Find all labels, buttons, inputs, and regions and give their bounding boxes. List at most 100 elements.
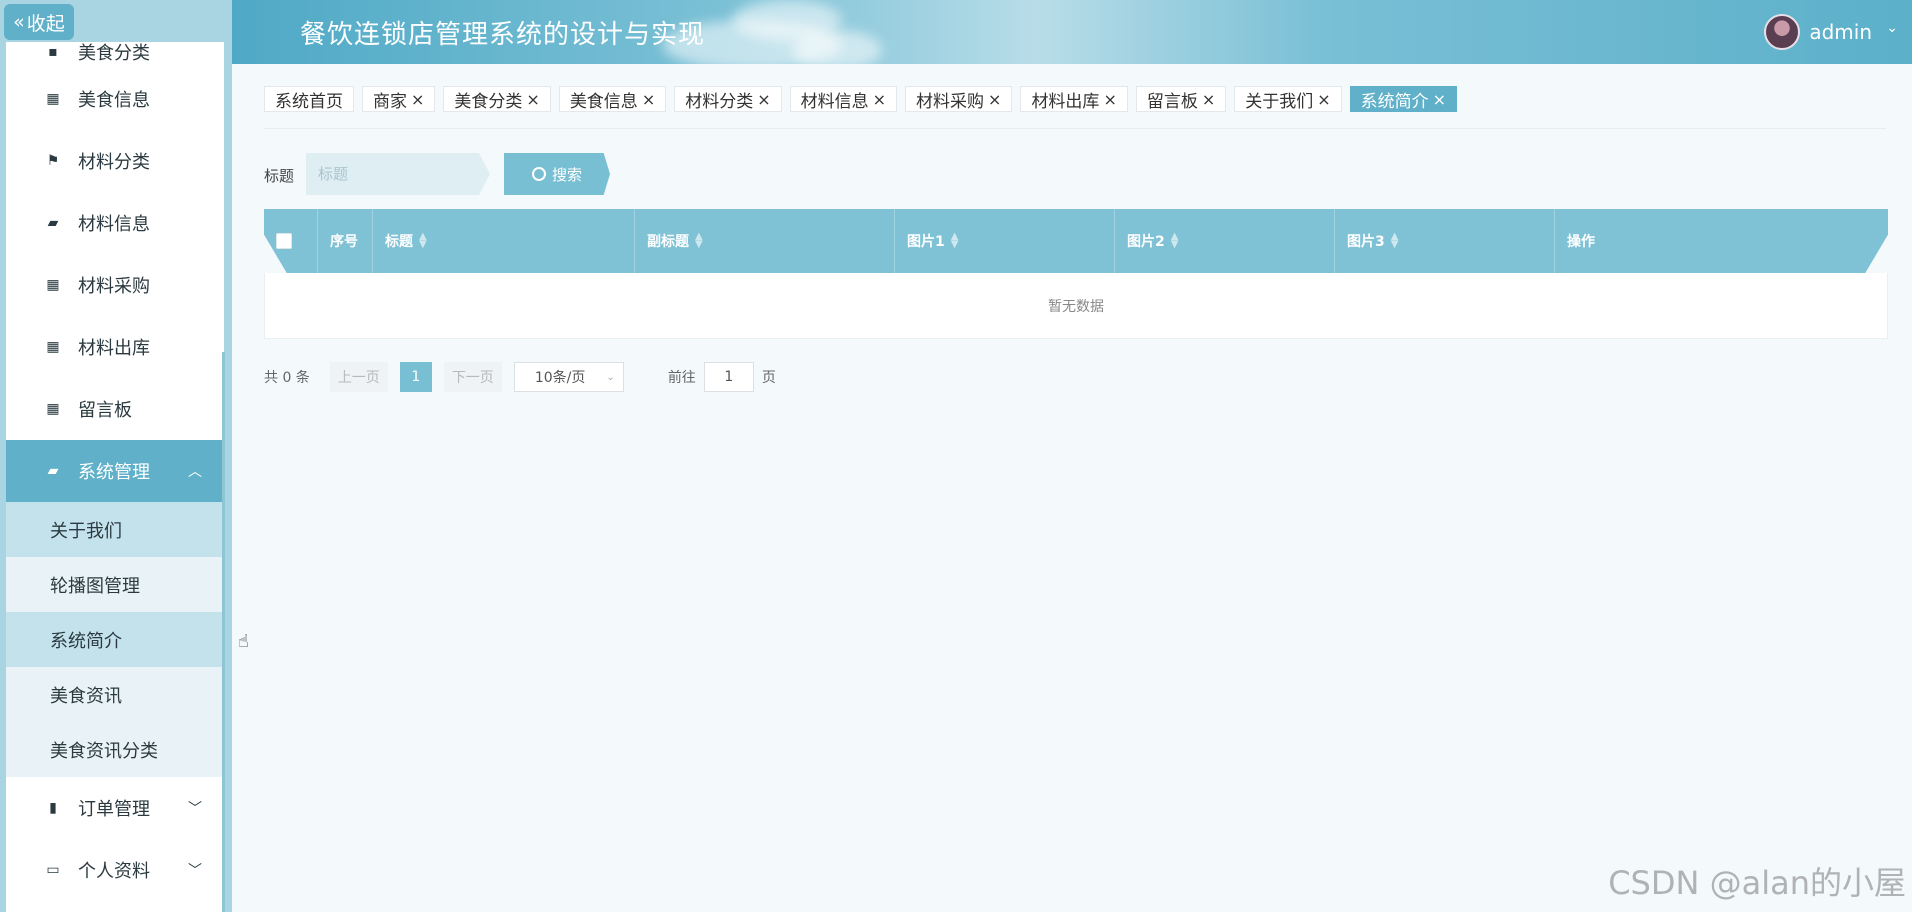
tab-tag-label: 留言板 (1146, 91, 1198, 112)
top-header: 餐饮连锁店管理系统的设计与实现 admin ⌄ (232, 0, 1912, 64)
close-icon[interactable]: × (1202, 90, 1215, 109)
tab-tag[interactable]: 系统首页 (264, 86, 354, 112)
grid-icon: ▦ (46, 91, 60, 107)
sidebar-scrollbar[interactable] (222, 352, 225, 912)
column-header-label: 标题 (385, 234, 413, 250)
submenu-item[interactable]: 关于我们 (6, 502, 224, 557)
chevron-down-icon: ﹀ (188, 863, 202, 879)
next-page-button[interactable]: 下一页 (443, 362, 502, 392)
column-header-label: 副标题 (647, 234, 689, 250)
tab-tag[interactable]: 材料采购 × (905, 86, 1013, 112)
tab-tag-label: 材料信息 (800, 91, 869, 112)
user-name[interactable]: admin (1809, 20, 1872, 44)
sidebar-item-label: 个人资料 (78, 861, 150, 882)
chevron-down-icon[interactable]: ⌄ (1886, 20, 1898, 36)
goto-prefix: 前往 (667, 370, 696, 386)
submenu-item[interactable]: 美食资讯分类 (6, 722, 224, 777)
sidebar-menu: ▪ 美食分类 ▦ 美食信息 ⚑ 材料分类 ▰ 材料信息 ▦ 材料采购 ▦ 材料出库 ▦ 留言板 ▰ 系统管理 ︿… (6, 42, 224, 912)
sidebar-item[interactable]: ▦ 留言板 (6, 378, 224, 440)
select-all-checkbox[interactable] (276, 233, 292, 249)
close-icon[interactable]: × (526, 90, 539, 109)
goto-suffix: 页 (761, 370, 776, 386)
tab-tag[interactable]: 系统简介 × (1349, 86, 1458, 112)
sidebar-item[interactable]: ▰ 系统管理 ︿ (6, 440, 224, 502)
close-icon[interactable]: × (642, 90, 655, 109)
tab-tag[interactable]: 美食信息 × (558, 86, 667, 112)
column-header: 序号 (318, 209, 373, 273)
sidebar-item-label: 材料分类 (78, 152, 150, 173)
sidebar-item-label: 系统管理 (78, 462, 150, 483)
search-label: 标题 (264, 167, 295, 185)
tab-tag-label: 商家 (373, 91, 407, 112)
search-button[interactable]: 搜索 (504, 153, 610, 195)
sort-icon[interactable]: ▲ ▼ (419, 232, 427, 250)
search-button-label: 搜索 (551, 165, 582, 184)
submenu-item[interactable]: 轮播图管理 (6, 557, 224, 612)
close-icon[interactable]: × (411, 90, 424, 109)
sidebar-item-label: 材料采购 (78, 276, 150, 297)
close-icon[interactable]: × (1433, 90, 1446, 109)
goto-page-input[interactable]: 1 (703, 362, 754, 392)
data-table: 序号 标题 ▲ ▼ 副标题 ▲ ▼ 图片1 ▲ ▼ 图片2 ▲ ▼ 图片3 ▲ ▼ 操作 暂无数据 (264, 209, 1888, 339)
sidebar-item[interactable]: ▦ 材料出库 (6, 316, 224, 378)
tab-tag[interactable]: 关于我们 × (1234, 86, 1342, 112)
tab-tag-label: 美食信息 (569, 91, 638, 112)
sidebar-item[interactable]: ▮ 订单管理 ﹀ (6, 777, 224, 839)
tab-tag[interactable]: 材料分类 × (674, 86, 782, 112)
tab-tag-label: 系统简介 (1360, 91, 1429, 112)
close-icon[interactable]: × (757, 90, 770, 109)
sort-icon[interactable]: ▲ ▼ (695, 232, 703, 250)
select-all-cell (264, 209, 318, 273)
briefcase-icon: ▰ (47, 215, 59, 231)
submenu-item[interactable]: 系统简介 (6, 612, 224, 667)
sidebar-item[interactable]: ▰ 材料信息 (6, 192, 224, 254)
total-count: 共 0 条 (264, 370, 310, 386)
table-body: 暂无数据 (264, 273, 1888, 339)
sidebar-item[interactable]: ▦ 美食信息 (6, 68, 224, 130)
chevron-up-icon: ︿ (188, 464, 202, 480)
prev-page-button[interactable]: 上一页 (329, 362, 388, 392)
tab-tag[interactable]: 留言板 × (1135, 86, 1227, 112)
sidebar-item[interactable]: ▪ 美食分类 (6, 42, 224, 68)
sort-icon[interactable]: ▲ ▼ (1171, 232, 1179, 250)
grid-icon: ▦ (46, 277, 60, 293)
page-number-current[interactable]: 1 (399, 362, 432, 392)
tab-tag[interactable]: 材料出库 × (1020, 86, 1128, 112)
sort-icon[interactable]: ▲ ▼ (1391, 232, 1399, 250)
column-header[interactable]: 标题 ▲ ▼ (373, 209, 635, 273)
title-search-input[interactable] (306, 153, 490, 195)
search-icon (531, 167, 546, 181)
tab-tags-bar: 系统首页 商家 × 美食分类 × 美食信息 × 材料分类 × 材料信息 × 材料采购 × 材料出库 × 留言板… (264, 86, 1458, 112)
hand-cursor-icon: ☝ (238, 631, 249, 652)
sort-icon[interactable]: ▲ ▼ (951, 232, 959, 250)
page-size-select[interactable]: 10条/页 ⌄ (513, 362, 624, 392)
column-header[interactable]: 图片1 ▲ ▼ (895, 209, 1115, 273)
collapse-label: 收起 (26, 12, 65, 35)
column-header[interactable]: 副标题 ▲ ▼ (635, 209, 895, 273)
sidebar-item[interactable]: ▦ 材料采购 (6, 254, 224, 316)
tab-tag[interactable]: 美食分类 × (443, 86, 551, 112)
double-chevron-left-icon: « (13, 11, 25, 33)
close-icon[interactable]: × (1103, 90, 1116, 109)
column-header[interactable]: 图片3 ▲ ▼ (1335, 209, 1555, 273)
close-icon[interactable]: × (988, 90, 1001, 109)
avatar[interactable] (1764, 14, 1800, 50)
tab-tag-label: 材料采购 (916, 91, 985, 112)
sidebar-item[interactable]: ⚑ 材料分类 (6, 130, 224, 192)
watermark: CSDN @alan的小屋 (1608, 864, 1906, 902)
chevron-down-icon: ﹀ (188, 801, 202, 817)
table-header: 序号 标题 ▲ ▼ 副标题 ▲ ▼ 图片1 ▲ ▼ 图片2 ▲ ▼ 图片3 ▲ ▼ 操作 (264, 209, 1888, 273)
collapse-button[interactable]: « 收起 (4, 4, 74, 40)
system-title: 餐饮连锁店管理系统的设计与实现 (300, 20, 706, 50)
submenu-item[interactable]: 美食资讯 (6, 667, 224, 722)
column-header-label: 图片2 (1127, 234, 1165, 250)
sidebar-item[interactable]: ▭ 个人资料 ﹀ (6, 839, 224, 901)
column-header[interactable]: 图片2 ▲ ▼ (1115, 209, 1335, 273)
sidebar-item-label: 材料信息 (78, 214, 150, 235)
tab-tag-label: 关于我们 (1245, 91, 1314, 112)
tag-icon: ▪ (48, 44, 58, 60)
tab-tag[interactable]: 商家 × (362, 86, 436, 112)
tab-tag[interactable]: 材料信息 × (789, 86, 898, 112)
close-icon[interactable]: × (873, 90, 886, 109)
close-icon[interactable]: × (1317, 90, 1330, 109)
